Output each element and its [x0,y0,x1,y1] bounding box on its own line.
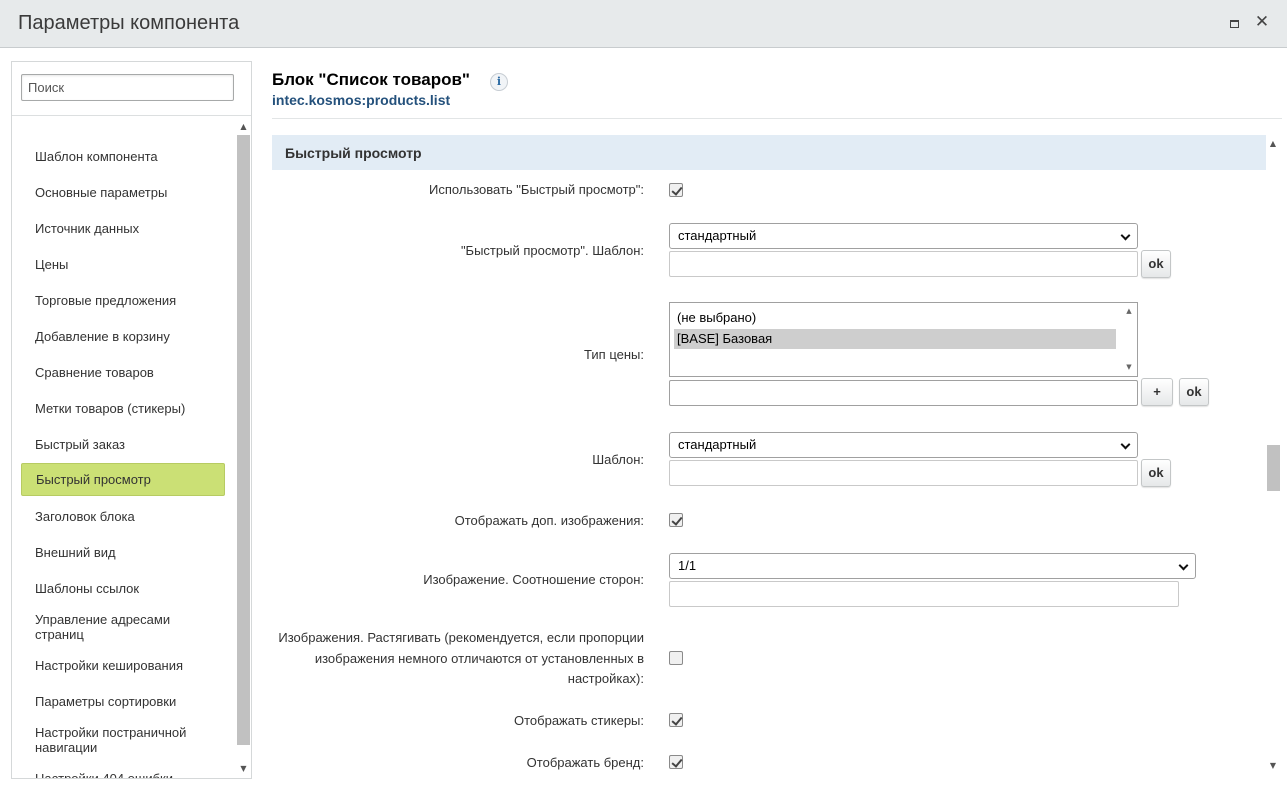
sidebar-scroll-thumb[interactable] [237,135,250,745]
show-brand-checkbox[interactable] [669,755,683,769]
quick-view-template-label: "Быстрый просмотр". Шаблон: [460,243,644,258]
component-title: Блок "Список товаров" [272,70,470,89]
images-stretch-label-line-1: Изображения. Растягивать (рекомендуется,… [278,630,644,645]
image-ratio-value: 1/1 [678,558,697,573]
section-title: Быстрый просмотр [285,145,422,161]
image-ratio-select[interactable]: 1/1 [669,553,1196,579]
sidebar-item-sorting[interactable]: Параметры сортировки [21,692,225,710]
show-stickers-label: Отображать стикеры: [514,713,644,728]
price-type-text-input[interactable] [669,380,1138,406]
sidebar-item-offers[interactable]: Торговые предложения [21,291,225,309]
scroll-down-icon[interactable]: ▼ [1268,761,1278,770]
chevron-down-icon [1120,230,1131,241]
show-extra-images-checkbox[interactable] [669,513,683,527]
sidebar-item-stickers[interactable]: Метки товаров (стикеры) [21,399,225,417]
price-type-option[interactable]: (не выбрано) [674,308,1116,328]
images-stretch-label-line-3: настройках): [567,671,644,686]
sidebar-item-basic-params[interactable]: Основные параметры [21,183,225,201]
image-ratio-label: Изображение. Соотношение сторон: [423,572,644,587]
scroll-down-icon[interactable]: ▼ [1124,363,1134,371]
scroll-up-icon[interactable]: ▲ [239,122,248,132]
quick-view-template-value: стандартный [678,228,757,243]
sidebar-scrollbar[interactable]: ▲ ▼ [237,120,250,776]
show-brand-label: Отображать бренд: [526,755,644,770]
images-stretch-checkbox[interactable] [669,651,683,665]
show-stickers-checkbox[interactable] [669,713,683,727]
template-value: стандартный [678,437,757,452]
sidebar-item-appearance[interactable]: Внешний вид [21,543,225,561]
sidebar-item-quick-order[interactable]: Быстрый заказ [21,435,225,453]
sidebar-item-compare[interactable]: Сравнение товаров [21,363,225,381]
content-scroll-thumb[interactable] [1267,445,1280,491]
sidebar: Шаблон компонента Основные параметры Ист… [11,61,252,779]
header-divider [272,118,1282,119]
sidebar-item-caching[interactable]: Настройки кеширования [21,656,225,674]
sidebar-divider [12,115,251,116]
template-ok-button[interactable]: ok [1141,459,1171,487]
quick-view-template-ok-button[interactable]: ok [1141,250,1171,278]
info-icon[interactable]: i [490,73,508,91]
template-select[interactable]: стандартный [669,432,1138,458]
template-text-input[interactable] [669,460,1138,486]
sidebar-item-data-source[interactable]: Источник данных [21,219,225,237]
close-icon[interactable]: ✕ [1253,13,1271,31]
dialog-titlebar: Параметры компонента ✕ [0,0,1287,48]
price-type-option-selected[interactable]: [BASE] Базовая [674,329,1116,349]
scroll-down-icon[interactable]: ▼ [239,764,248,774]
use-quick-view-checkbox[interactable] [669,183,683,197]
price-type-label: Тип цены: [584,347,644,362]
sidebar-item-add-to-cart[interactable]: Добавление в корзину [21,327,225,345]
scroll-up-icon[interactable]: ▲ [1124,307,1134,315]
quick-view-template-text-input[interactable] [669,251,1138,277]
sidebar-item-prices[interactable]: Цены [21,255,225,273]
section-header: Быстрый просмотр [272,135,1266,170]
sidebar-item-link-templates[interactable]: Шаблоны ссылок [21,579,225,597]
image-ratio-text-input[interactable] [669,581,1179,607]
price-type-listbox[interactable]: (не выбрано) [BASE] Базовая ▲ ▼ [669,302,1138,377]
dialog-title: Параметры компонента [18,12,240,34]
sidebar-item-404-settings[interactable]: Настройки 404 ошибки [21,769,225,779]
show-extra-images-label: Отображать доп. изображения: [454,513,644,528]
component-code: intec.kosmos:products.list [272,92,451,108]
sidebar-item-component-template[interactable]: Шаблон компонента [21,147,225,165]
sidebar-item-pagination[interactable]: Настройки постраничной навигации [21,724,225,756]
sidebar-item-page-urls[interactable]: Управление адресами страниц [21,611,225,643]
price-type-add-button[interactable]: + [1141,378,1173,406]
maximize-icon[interactable] [1228,17,1240,29]
price-type-ok-button[interactable]: ok [1179,378,1209,406]
sidebar-item-quick-view[interactable]: Быстрый просмотр [21,463,225,496]
use-quick-view-label: Использовать "Быстрый просмотр": [429,182,644,197]
chevron-down-icon [1120,439,1131,450]
scroll-up-icon[interactable]: ▲ [1268,139,1278,148]
search-input[interactable] [21,74,234,101]
quick-view-template-select[interactable]: стандартный [669,223,1138,249]
images-stretch-label-line-2: изображения немного отличаются от устано… [314,651,644,666]
template-label: Шаблон: [592,452,644,467]
sidebar-item-block-header[interactable]: Заголовок блока [21,507,225,525]
chevron-down-icon [1178,560,1189,571]
